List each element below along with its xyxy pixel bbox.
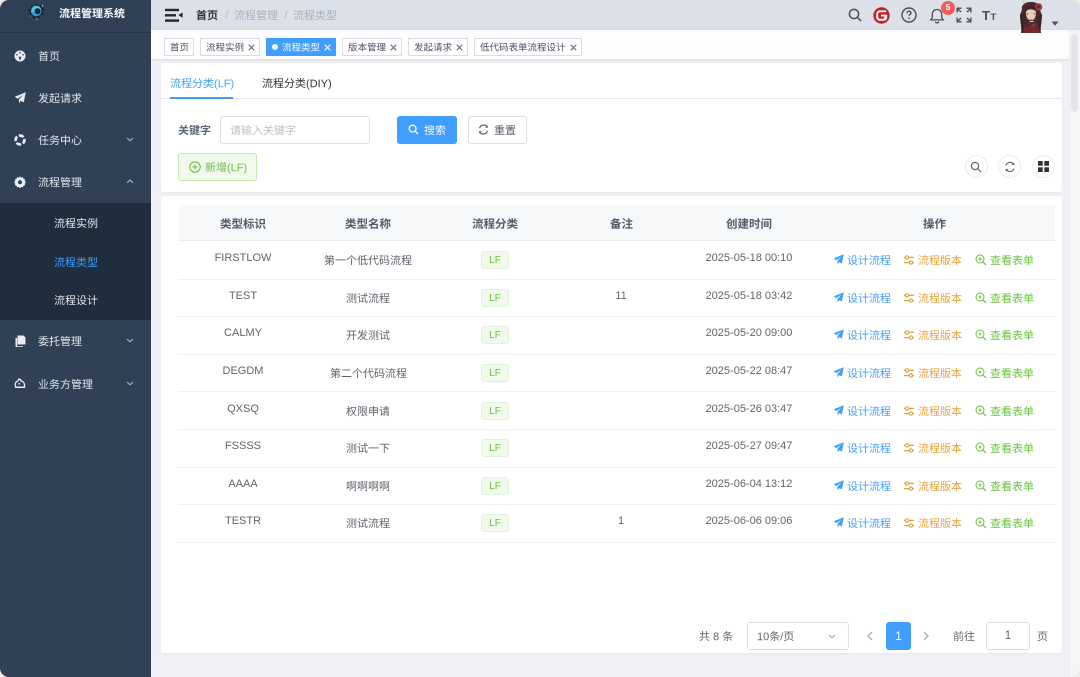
svg-text:T: T — [991, 12, 997, 22]
svg-text:T: T — [982, 9, 990, 22]
